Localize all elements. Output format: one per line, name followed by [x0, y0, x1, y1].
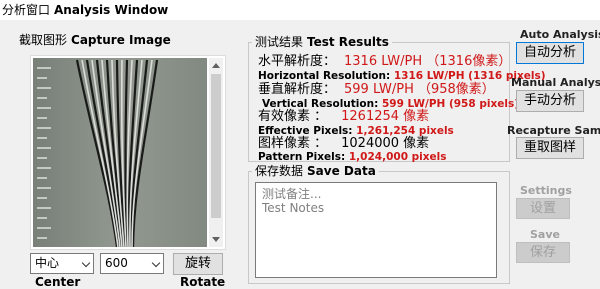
- captured-pattern-image: [33, 58, 207, 247]
- auto-analysis-label: Auto Analysis: [520, 28, 600, 41]
- pattern-cn-label: 图样像素 ：: [258, 136, 328, 151]
- horizontal-cn-label: 水平解析度：: [258, 54, 337, 69]
- settings-button[interactable]: 设置: [516, 198, 570, 219]
- manual-analysis-button[interactable]: 手动分析: [516, 90, 584, 112]
- zoom-select[interactable]: 600: [100, 253, 164, 274]
- capture-image-caption: 截取图形 Capture Image: [16, 33, 174, 47]
- results-caption-en: Test Results: [307, 35, 389, 49]
- auto-analysis-button[interactable]: 自动分析: [516, 42, 584, 64]
- window-title-cn: 分析窗口: [2, 3, 51, 17]
- window-title-en: Analysis Window: [54, 3, 169, 17]
- horizontal-cn-value: 1316 LW/PH （1316像素）: [344, 54, 512, 69]
- chevron-down-icon: [81, 258, 91, 268]
- horizontal-en-label: Horizontal Resolution:: [258, 70, 391, 82]
- pattern-pixels-cn: 图样像素 ： 1024000 像素: [258, 137, 429, 151]
- notes-placeholder-cn: 测试备注...: [262, 187, 322, 201]
- test-notes-textarea[interactable]: 测试备注... Test Notes: [255, 182, 497, 278]
- position-label: Center: [35, 275, 81, 289]
- capture-caption-en: Capture Image: [71, 33, 171, 47]
- horizontal-resolution-en: Horizontal Resolution: 1316 LW/PH (1316 …: [258, 69, 546, 83]
- recapture-sample-label: Recapture Sample: [507, 124, 600, 137]
- capture-image-frame: [30, 55, 226, 250]
- vertical-cn-label: 垂直解析度：: [258, 82, 337, 97]
- pattern-en-value: 1,024,000 pixels: [348, 151, 447, 163]
- pattern-en-label: Pattern Pixels:: [258, 151, 346, 163]
- effective-cn-label: 有效像素 ：: [258, 109, 328, 124]
- manual-analysis-label: Manual Analysis: [511, 76, 600, 89]
- window-title-bar: 分析窗口 Analysis Window: [0, 0, 600, 20]
- vertical-resolution-cn: 垂直解析度： 599 LW/PH （958像素）: [258, 83, 495, 97]
- save-caption-cn: 保存数据: [255, 164, 304, 178]
- save-label: Save: [530, 228, 560, 241]
- recapture-sample-button[interactable]: 重取图样: [516, 137, 584, 159]
- test-results-caption: 测试结果 Test Results: [252, 35, 392, 49]
- pattern-pixels-en: Pattern Pixels: 1,024,000 pixels: [258, 150, 447, 164]
- effective-pixels-cn: 有效像素 ： 1261254 像素: [258, 110, 429, 124]
- capture-scrollbar[interactable]: [209, 58, 223, 247]
- vertical-cn-value: 599 LW/PH （958像素）: [344, 82, 495, 97]
- position-select-value: 中心: [35, 256, 60, 270]
- scroll-thumb[interactable]: [211, 74, 221, 218]
- save-button[interactable]: 保存: [516, 242, 570, 263]
- settings-label: Settings: [520, 184, 572, 197]
- scroll-down-icon[interactable]: [212, 237, 220, 242]
- scroll-up-icon[interactable]: [212, 63, 220, 68]
- save-caption-en: Save Data: [307, 164, 376, 178]
- rotate-label: Rotate: [180, 275, 226, 289]
- results-caption-cn: 测试结果: [255, 35, 304, 49]
- zoom-select-value: 600: [105, 256, 128, 270]
- position-select[interactable]: 中心: [30, 253, 94, 274]
- pattern-cn-value: 1024000 像素: [341, 136, 430, 151]
- capture-caption-cn: 截取图形: [19, 33, 68, 47]
- rotate-button[interactable]: 旋转: [173, 253, 223, 275]
- notes-placeholder-en: Test Notes: [262, 201, 325, 215]
- save-data-caption: 保存数据 Save Data: [252, 164, 379, 178]
- horizontal-resolution-cn: 水平解析度： 1316 LW/PH （1316像素）: [258, 55, 511, 69]
- effective-cn-value: 1261254 像素: [341, 109, 430, 124]
- chevron-down-icon: [151, 258, 161, 268]
- resolution-pattern-graphic: [33, 58, 207, 247]
